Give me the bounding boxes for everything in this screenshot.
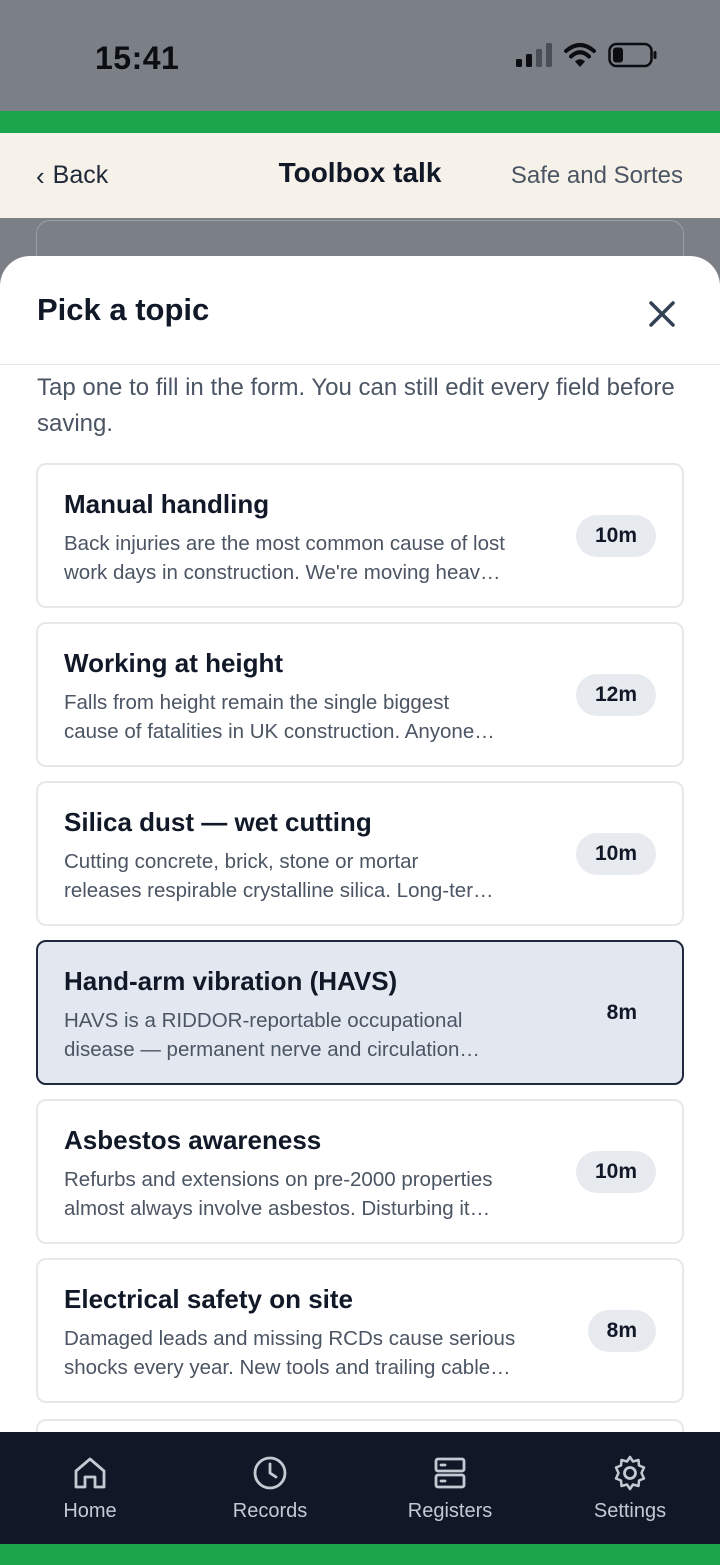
status-icons — [516, 42, 658, 68]
app-header: ‹ Back Toolbox talk Safe and Sortes — [0, 133, 720, 218]
topic-description: Damaged leads and missing RCDs cause ser… — [64, 1327, 516, 1379]
topic-list: Manual handling Back injuries are the mo… — [36, 463, 684, 1417]
topic-description: HAVS is a RIDDOR-reportable occupational… — [64, 1009, 480, 1061]
duration-badge: 12m — [575, 674, 656, 716]
topic-description: Falls from height remain the single bigg… — [64, 691, 495, 743]
tab-home[interactable]: Home — [0, 1454, 180, 1523]
duration-badge: 8m — [587, 1310, 656, 1352]
topic-card-selected[interactable]: Hand-arm vibration (HAVS) HAVS is a RIDD… — [36, 940, 684, 1085]
topic-title: Asbestos awareness — [64, 1125, 322, 1155]
duration-badge: 8m — [606, 1001, 637, 1024]
server-icon — [434, 1457, 466, 1489]
topic-description: Cutting concrete, brick, stone or mortar… — [64, 850, 494, 902]
topic-title: Working at height — [64, 648, 284, 678]
topic-picker-sheet: Pick a topic Tap one to fill in the form… — [0, 256, 720, 1436]
status-time: 15:41 — [95, 40, 180, 76]
sheet-header: Pick a topic — [0, 256, 720, 365]
topic-description: Back injuries are the most common cause … — [64, 532, 505, 584]
wifi-icon — [564, 43, 596, 67]
topic-title: Silica dust — wet cutting — [64, 807, 372, 837]
topic-description: Refurbs and extensions on pre-2000 prope… — [64, 1168, 493, 1220]
tab-bar: Home Records Registers Settings — [0, 1432, 720, 1544]
tab-records[interactable]: Records — [180, 1454, 360, 1523]
topic-card[interactable]: Working at height Falls from height rema… — [36, 622, 684, 767]
battery-icon — [608, 42, 657, 68]
sheet-intro: Tap one to fill in the form. You can sti… — [37, 374, 675, 437]
duration-badge: 10m — [575, 515, 656, 557]
topic-title: Electrical safety on site — [64, 1284, 354, 1314]
tab-label: Home — [63, 1500, 117, 1522]
status-bar: 15:41 — [0, 0, 720, 111]
tab-registers[interactable]: Registers — [360, 1454, 540, 1523]
clock-icon — [253, 1456, 287, 1490]
sheet-title: Pick a topic — [37, 292, 210, 327]
gear-icon — [614, 1455, 646, 1491]
topic-title: Manual handling — [64, 489, 270, 519]
close-icon[interactable] — [644, 296, 680, 332]
topic-title: Hand-arm vibration (HAVS) — [64, 966, 398, 996]
cellular-signal-icon — [516, 43, 552, 67]
topic-card[interactable]: Manual handling Back injuries are the mo… — [36, 463, 684, 608]
brand-strip-bottom — [0, 1544, 720, 1565]
duration-badge: 10m — [575, 1151, 656, 1193]
tab-label: Settings — [593, 1500, 667, 1522]
topic-card[interactable]: Electrical safety on site Damaged leads … — [36, 1258, 684, 1403]
brand-strip-top — [0, 111, 720, 133]
tab-label: Records — [232, 1500, 308, 1522]
topic-card[interactable]: Silica dust — wet cutting Cutting concre… — [36, 781, 684, 926]
topic-card[interactable]: Asbestos awareness Refurbs and extension… — [36, 1099, 684, 1244]
tab-settings[interactable]: Settings — [540, 1454, 720, 1523]
tab-label: Registers — [407, 1500, 493, 1522]
home-icon — [74, 1457, 106, 1489]
org-name[interactable]: Safe and Sortes — [511, 162, 683, 190]
duration-badge: 10m — [575, 833, 656, 875]
